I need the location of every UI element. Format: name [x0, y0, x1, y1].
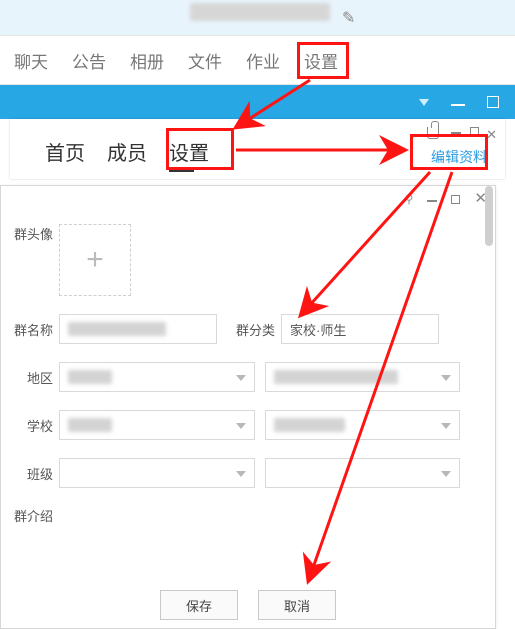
chat-title-blurred [190, 3, 330, 21]
form-body: 群头像 + 群名称 群分类 家校·师生 地区 学校 班级 [1, 216, 495, 628]
minimize-icon[interactable] [451, 104, 465, 106]
school-select-1[interactable] [59, 410, 255, 440]
cancel-button[interactable]: 取消 [258, 590, 336, 620]
tab-album[interactable]: 相册 [128, 44, 166, 77]
avatar-upload-button[interactable]: + [59, 224, 131, 296]
edit-icon[interactable]: ✎ [342, 8, 355, 28]
chat-header-bar: ✎ [0, 0, 515, 35]
tab-settings[interactable]: 设置 [302, 44, 340, 77]
edit-profile-link[interactable]: 编辑资料 [431, 147, 487, 167]
intro-label: 群介绍 [1, 506, 59, 525]
edit-form-window: ⚲ ✕ 群头像 + 群名称 群分类 家校·师生 地区 学校 [0, 185, 496, 629]
maximize-icon[interactable] [487, 96, 499, 108]
class-label: 班级 [1, 464, 59, 483]
group-name-label: 群名称 [1, 320, 59, 339]
form-maximize-icon[interactable] [451, 195, 460, 204]
form-footer: 保存 取消 [1, 590, 495, 620]
dropdown-icon[interactable] [419, 99, 429, 106]
panel-close-icon[interactable]: ✕ [486, 127, 497, 143]
tab-home[interactable]: 首页 [45, 137, 85, 166]
tab-members[interactable]: 成员 [107, 137, 147, 166]
region-select-2[interactable] [265, 362, 461, 392]
region-select-1[interactable] [59, 362, 255, 392]
tab-homework[interactable]: 作业 [244, 44, 282, 77]
panel-maximize-icon[interactable] [470, 127, 479, 136]
class-select-2[interactable] [265, 458, 461, 488]
tab-files[interactable]: 文件 [186, 44, 224, 77]
window-titlebar-blue [0, 85, 515, 119]
form-pin-icon[interactable]: ⚲ [405, 192, 414, 206]
basket-icon[interactable] [427, 127, 439, 139]
secondary-tab-row: 首页 成员 设置 [45, 137, 209, 166]
group-category-label: 群分类 [229, 320, 281, 339]
school-select-2[interactable] [265, 410, 461, 440]
form-window-controls: ⚲ ✕ [405, 192, 487, 206]
save-button[interactable]: 保存 [160, 590, 238, 620]
class-select-1[interactable] [59, 458, 255, 488]
group-name-input[interactable] [59, 314, 217, 344]
inner-header-panel: 首页 成员 设置 ✕ 编辑资料 [10, 119, 505, 179]
tab-settings-inner[interactable]: 设置 [169, 137, 209, 166]
form-minimize-icon[interactable] [427, 200, 437, 202]
tab-announce[interactable]: 公告 [70, 44, 108, 77]
region-label: 地区 [1, 368, 59, 387]
primary-tab-row: 聊天 公告 相册 文件 作业 设置 [0, 35, 515, 85]
tab-chat[interactable]: 聊天 [12, 44, 50, 77]
group-category-input[interactable]: 家校·师生 [281, 314, 439, 344]
school-label: 学校 [1, 416, 59, 435]
panel-minimize-icon[interactable] [451, 132, 461, 134]
avatar-label: 群头像 [1, 224, 59, 243]
